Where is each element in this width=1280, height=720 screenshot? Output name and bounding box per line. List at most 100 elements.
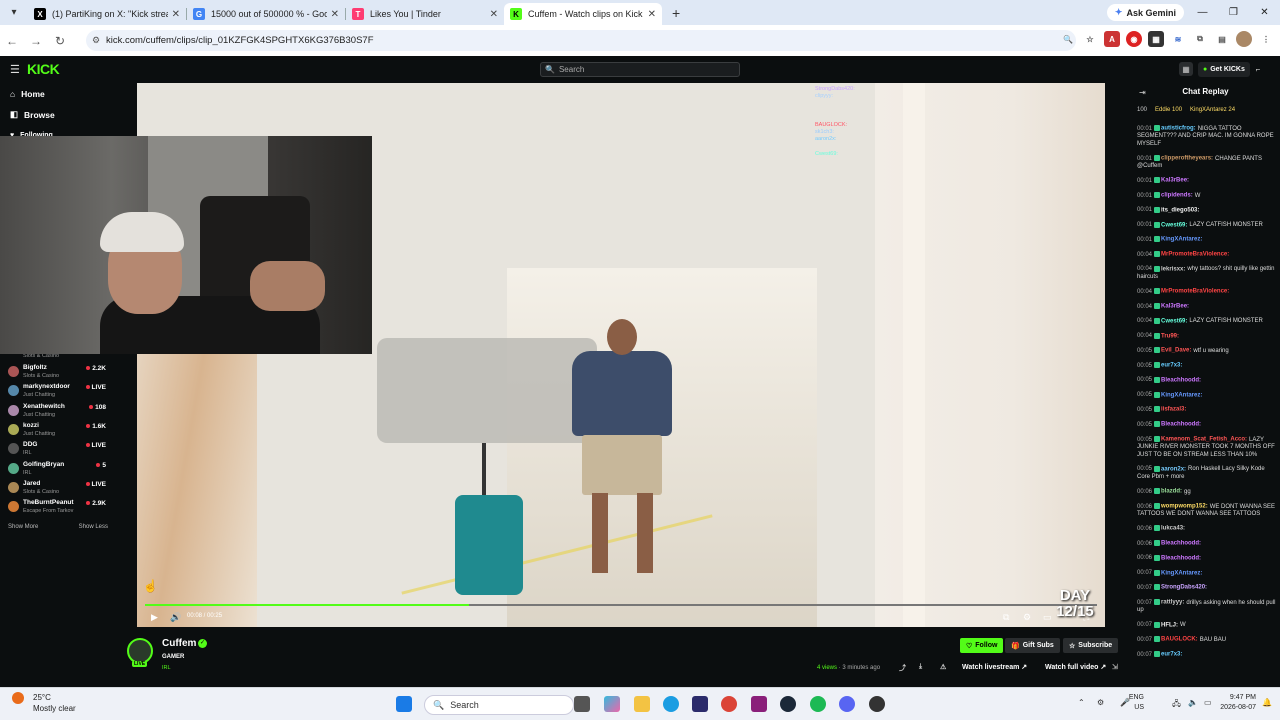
bookmark-star-icon[interactable]: ☆	[1082, 31, 1098, 47]
taskbar-search[interactable]: 🔍 Search	[424, 695, 574, 715]
browser-tab-active[interactable]: K Cuffem - Watch clips on Kick ✕	[504, 3, 662, 25]
extension-icon[interactable]: A	[1104, 31, 1120, 47]
sidebar-channel[interactable]: GolfingBryan IRL 5	[8, 461, 108, 479]
chat-username[interactable]: wompwomp152:	[1161, 504, 1208, 510]
sidebar-channel[interactable]: DDG IRL LIVE	[8, 441, 108, 459]
volume-icon[interactable]: 🔈	[1188, 698, 1198, 707]
watch-full-video-link[interactable]: Watch full video ↗	[1045, 663, 1106, 671]
layout-icon[interactable]: ▦	[1179, 62, 1193, 76]
edge-icon[interactable]	[663, 696, 679, 712]
site-info-icon[interactable]: ⚙	[92, 35, 100, 46]
progress-fill[interactable]	[145, 604, 469, 606]
tray-app-icon[interactable]: ⚙	[1097, 698, 1104, 707]
clock[interactable]: 9:47 PM 2026-08-07	[1220, 693, 1256, 713]
maximize-icon[interactable]: ❐	[1218, 0, 1249, 25]
close-icon[interactable]: ✕	[331, 9, 339, 20]
reload-icon[interactable]: ↻	[48, 34, 72, 48]
collapse-icon[interactable]: ⇲	[1112, 663, 1118, 671]
chat-username[interactable]: Bleachhoodd:	[1161, 422, 1201, 428]
language-indicator[interactable]: ENG US	[1129, 693, 1144, 713]
user-menu-icon[interactable]: ⌐	[1251, 62, 1265, 76]
chat-username[interactable]: rattlyyy:	[1161, 600, 1184, 606]
chat-username[interactable]: StrongDabs420:	[1161, 585, 1207, 591]
chat-username[interactable]: autisticfrog:	[1161, 126, 1196, 132]
report-icon[interactable]: ⚠	[940, 663, 946, 671]
chat-username[interactable]: lukca43:	[1161, 526, 1185, 532]
chrome-icon[interactable]	[721, 696, 737, 712]
sidebar-channel[interactable]: kozzi Just Chatting 1.6K	[8, 422, 108, 440]
chat-username[interactable]: lekrisxx:	[1161, 266, 1185, 272]
sidebar-item-browse[interactable]: ◧ Browse	[0, 104, 112, 125]
chat-username[interactable]: Kal3rBee:	[1161, 304, 1189, 310]
minimize-icon[interactable]: —	[1187, 0, 1218, 25]
back-icon[interactable]: ←	[0, 34, 24, 48]
notification-bell-icon[interactable]: 🔔	[1262, 698, 1272, 707]
chat-username[interactable]: Cwest69:	[1161, 222, 1187, 228]
task-view-icon[interactable]	[574, 696, 590, 712]
sidebar-channel[interactable]: Bigfoltz Slots & Casino 2.2K	[8, 364, 108, 382]
sidebar-channel[interactable]: TheBurntPeanut Escape From Tarkov 2.9K	[8, 499, 108, 517]
chat-username[interactable]: KingXAntarez:	[1161, 392, 1202, 398]
app-icon[interactable]	[751, 696, 767, 712]
puzzle-icon[interactable]: ⧉	[1192, 31, 1208, 47]
extension-icon[interactable]: ▦	[1148, 31, 1164, 47]
network-icon[interactable]: 🖧	[1172, 698, 1181, 712]
discord-icon[interactable]	[839, 696, 855, 712]
chat-username[interactable]: HFLJ:	[1161, 622, 1178, 628]
settings-icon[interactable]: ⚙	[1023, 612, 1031, 623]
browser-tab[interactable]: X (1) PartiKing on X: "Kick stream ✕	[28, 3, 186, 25]
chat-username[interactable]: blazdd:	[1161, 489, 1182, 495]
extension-icon[interactable]: ◉	[1126, 31, 1142, 47]
tab-search-icon[interactable]: ▾	[3, 1, 25, 23]
hamburger-icon[interactable]: ☰	[10, 63, 20, 76]
spotify-icon[interactable]	[810, 696, 826, 712]
watch-livestream-link[interactable]: Watch livestream ↗	[962, 663, 1027, 671]
ask-gemini-button[interactable]: ✦ Ask Gemini	[1106, 4, 1184, 21]
gift-subs-button[interactable]: 🎁 Gift Subs	[1005, 638, 1060, 653]
weather-widget[interactable]	[12, 692, 28, 704]
steam-icon[interactable]	[780, 696, 796, 712]
show-more-link[interactable]: Show More	[8, 524, 38, 530]
chat-username[interactable]: Bleachhoodd:	[1161, 541, 1201, 547]
extension-icon[interactable]: ≋	[1170, 31, 1186, 47]
show-less-link[interactable]: Show Less	[79, 524, 108, 530]
chat-username[interactable]: KingXAntarez:	[1161, 570, 1202, 576]
close-window-icon[interactable]: ✕	[1249, 0, 1280, 25]
sidebar-channel[interactable]: markynextdoor Just Chatting LIVE	[8, 383, 108, 401]
kick-logo[interactable]: KICK	[27, 61, 60, 77]
volume-icon[interactable]: 🔊	[170, 612, 181, 623]
new-tab-icon[interactable]: +	[672, 5, 680, 21]
get-kicks-button[interactable]: ● Get KICKs	[1198, 62, 1250, 77]
close-icon[interactable]: ✕	[490, 9, 498, 20]
subscribe-button[interactable]: ☆ Subscribe	[1063, 638, 1119, 653]
chat-username[interactable]: Cwest69:	[1161, 318, 1187, 324]
chat-username[interactable]: eur7x3:	[1161, 652, 1182, 658]
sidebar-channel[interactable]: Jared Slots & Casino LIVE	[8, 480, 108, 498]
chat-username[interactable]: its_diego503:	[1161, 207, 1199, 213]
file-explorer-icon[interactable]	[634, 696, 650, 712]
chat-username[interactable]: aaron2x:	[1161, 466, 1186, 472]
chat-username[interactable]: clipperoftheyears:	[1161, 156, 1213, 162]
menu-dots-icon[interactable]: ⋮	[1258, 31, 1274, 47]
profile-avatar[interactable]	[1236, 31, 1252, 47]
chat-username[interactable]: KingXAntarez:	[1161, 237, 1202, 243]
adobe-icon[interactable]	[692, 696, 708, 712]
play-icon[interactable]: ▶	[151, 612, 158, 623]
copilot-icon[interactable]	[604, 696, 620, 712]
chat-username[interactable]: iisfazal3:	[1161, 407, 1186, 413]
browser-tab[interactable]: G 15000 out of 500000 % - Goog ✕	[187, 3, 345, 25]
sidebar-channel[interactable]: Xenathewitch Just Chatting 108	[8, 403, 108, 421]
close-icon[interactable]: ✕	[648, 9, 656, 20]
battery-icon[interactable]: ▭	[1204, 698, 1212, 707]
pip-icon[interactable]: ⧉	[1003, 612, 1009, 623]
sidepanel-icon[interactable]: ▤	[1214, 31, 1230, 47]
chat-username[interactable]: Kamenom_Scat_Fetish_Acco:	[1161, 437, 1247, 443]
chat-username[interactable]: Bleachhoodd:	[1161, 555, 1201, 561]
sidebar-item-home[interactable]: ⌂ Home	[0, 83, 112, 104]
chat-username[interactable]: Tru99:	[1161, 333, 1179, 339]
chat-username[interactable]: Kal3rBee:	[1161, 178, 1189, 184]
chat-username[interactable]: clipidends:	[1161, 193, 1193, 199]
follow-button[interactable]: ♡ Follow	[960, 638, 1004, 653]
browser-tab[interactable]: T Likes You | Tinder ✕	[346, 3, 504, 25]
app-icon[interactable]	[869, 696, 885, 712]
